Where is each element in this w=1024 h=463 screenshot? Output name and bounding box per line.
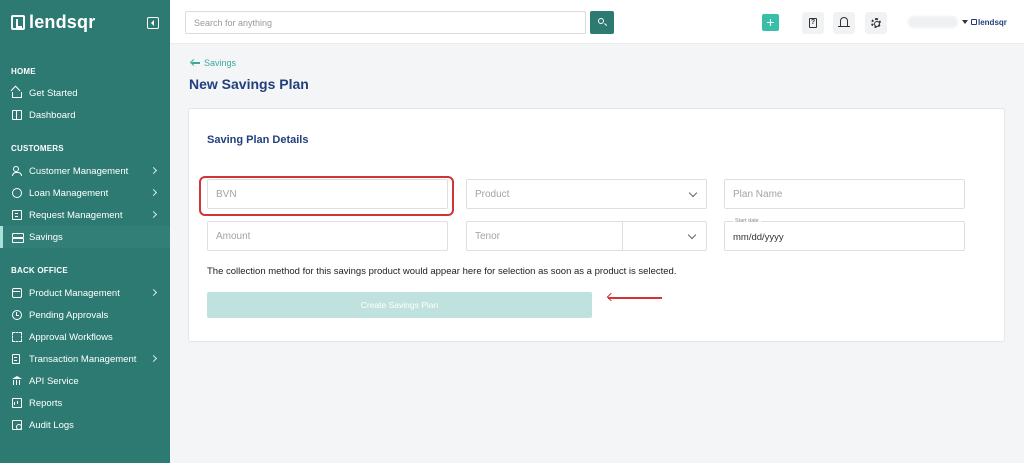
sidebar-item-label: Get Started — [29, 87, 78, 99]
sidebar-item-label: Approval Workflows — [29, 331, 113, 343]
bell-icon — [838, 17, 850, 28]
sidebar-item-label: Pending Approvals — [29, 309, 109, 321]
sidebar: lendsqr HOME Get Started Dashboard CUSTO… — [0, 0, 170, 463]
section-label-back-office: BACK OFFICE — [11, 266, 68, 275]
chevron-down-icon — [688, 188, 698, 198]
sidebar-item-label: Dashboard — [29, 109, 76, 121]
sidebar-item-product-management[interactable]: Product Management — [0, 282, 170, 304]
start-date-value: mm/dd/yyyy — [733, 232, 784, 243]
coins-icon — [12, 188, 22, 198]
sidebar-item-request-management[interactable]: Request Management — [0, 204, 170, 226]
search-icon — [598, 18, 604, 24]
topbar: + ? lendsqr — [170, 0, 1024, 44]
logo-icon — [11, 15, 25, 30]
section-label-home: HOME — [11, 67, 36, 76]
sidebar-item-get-started[interactable]: Get Started — [0, 82, 170, 104]
org-logo-text: lendsqr — [978, 17, 1007, 27]
chevron-right-icon — [149, 166, 158, 175]
caret-down-icon — [962, 20, 968, 24]
document-icon — [12, 354, 20, 364]
savings-icon — [12, 232, 24, 243]
plan-name-input[interactable] — [724, 179, 965, 209]
logo-icon — [971, 19, 977, 25]
help-button[interactable]: ? — [802, 12, 824, 34]
search-input[interactable] — [185, 11, 586, 34]
tenor-input[interactable] — [466, 221, 623, 251]
user-menu[interactable]: lendsqr — [908, 13, 1014, 31]
sidebar-item-pending-approvals[interactable]: Pending Approvals — [0, 304, 170, 326]
sidebar-item-approval-workflows[interactable]: Approval Workflows — [0, 326, 170, 348]
sidebar-item-label: Audit Logs — [29, 419, 74, 431]
product-select-placeholder: Product — [475, 189, 510, 200]
sidebar-item-label: Reports — [29, 397, 63, 409]
back-link-label: Savings — [204, 58, 237, 68]
sidebar-item-label: Customer Management — [29, 165, 129, 177]
chevron-right-icon — [149, 288, 158, 297]
sidebar-item-transaction-management[interactable]: Transaction Management — [0, 348, 170, 370]
page-title: New Savings Plan — [189, 76, 309, 92]
chevron-right-icon — [149, 210, 158, 219]
create-savings-plan-button[interactable]: Create Savings Plan — [207, 292, 592, 318]
bvn-input[interactable] — [207, 179, 448, 209]
savings-plan-form: Saving Plan Details Product Start date m… — [188, 108, 1005, 342]
sidebar-item-label: Request Management — [29, 209, 123, 221]
org-logo: lendsqr — [971, 18, 1007, 27]
tenor-unit-select[interactable] — [622, 221, 707, 251]
request-icon — [12, 210, 22, 220]
brand-name: lendsqr — [29, 12, 96, 32]
bank-icon — [12, 376, 22, 386]
help-icon: ? — [809, 18, 817, 28]
brand-logo[interactable]: lendsqr — [11, 12, 95, 33]
sidebar-item-label: Transaction Management — [29, 353, 137, 365]
start-date-label: Start date — [733, 218, 761, 225]
gear-icon — [871, 18, 881, 28]
chevron-right-icon — [149, 354, 158, 363]
chevron-right-icon — [149, 188, 158, 197]
sidebar-item-dashboard[interactable]: Dashboard — [0, 104, 170, 126]
sidebar-item-audit-logs[interactable]: Audit Logs — [0, 414, 170, 436]
sidebar-item-api-service[interactable]: API Service — [0, 370, 170, 392]
collection-method-info: The collection method for this savings p… — [207, 266, 677, 277]
sidebar-item-loan-management[interactable]: Loan Management — [0, 182, 170, 204]
notifications-button[interactable] — [833, 12, 855, 34]
box-icon — [12, 288, 22, 298]
clock-icon — [12, 310, 22, 320]
sidebar-item-label: Product Management — [29, 287, 120, 299]
collapse-sidebar-icon[interactable] — [147, 17, 159, 29]
arrow-left-icon — [192, 62, 200, 64]
chevron-down-icon — [687, 230, 697, 240]
chart-icon — [12, 398, 22, 408]
start-date-input[interactable]: Start date mm/dd/yyyy — [724, 218, 965, 251]
add-button[interactable]: + — [762, 14, 779, 31]
sidebar-item-label: API Service — [29, 375, 79, 387]
sidebar-item-label: Savings — [29, 231, 63, 243]
sidebar-item-label: Loan Management — [29, 187, 109, 199]
arrow-annotation-icon — [608, 297, 662, 299]
sidebar-item-savings[interactable]: Savings — [0, 226, 170, 248]
users-icon — [12, 166, 22, 176]
avatar — [908, 16, 958, 28]
sidebar-item-reports[interactable]: Reports — [0, 392, 170, 414]
home-icon — [12, 92, 22, 98]
product-select[interactable]: Product — [466, 179, 707, 209]
back-link[interactable]: Savings — [192, 58, 236, 68]
section-label-customers: CUSTOMERS — [11, 144, 64, 153]
amount-input[interactable] — [207, 221, 448, 251]
dashboard-icon — [12, 110, 22, 120]
form-section-title: Saving Plan Details — [207, 134, 309, 146]
sidebar-item-customer-management[interactable]: Customer Management — [0, 160, 170, 182]
settings-button[interactable] — [865, 12, 887, 34]
audit-icon — [12, 420, 22, 430]
workflow-icon — [12, 332, 22, 342]
search-button[interactable] — [590, 11, 614, 34]
